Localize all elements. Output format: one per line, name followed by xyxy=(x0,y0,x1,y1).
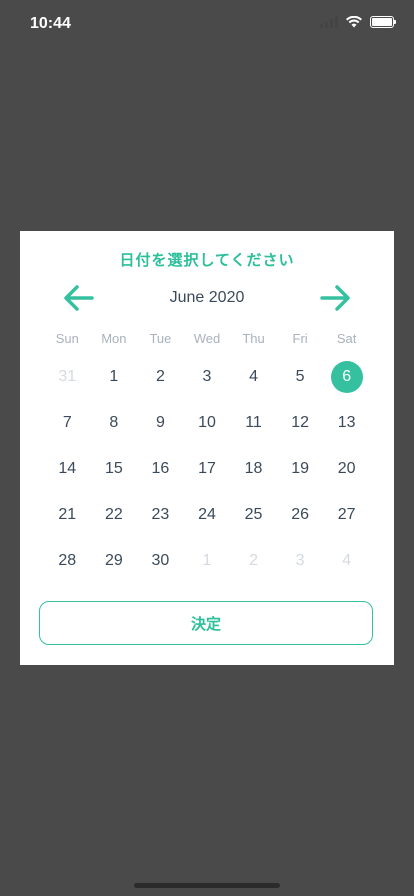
calendar-day[interactable]: 21 xyxy=(44,492,91,538)
calendar-day[interactable]: 2 xyxy=(137,354,184,400)
status-icons xyxy=(320,16,396,28)
calendar-day-label: 17 xyxy=(198,460,216,477)
calendar-day[interactable]: 7 xyxy=(44,400,91,446)
calendar-day[interactable]: 11 xyxy=(230,400,277,446)
calendar-day[interactable]: 4 xyxy=(230,354,277,400)
calendar-day-label: 1 xyxy=(109,368,119,385)
calendar-day-selected[interactable]: 6 xyxy=(323,354,370,400)
calendar-day-label: 8 xyxy=(109,414,119,431)
calendar-day-label: 1 xyxy=(202,552,212,569)
calendar-day-label: 12 xyxy=(291,414,309,431)
calendar-day[interactable]: 16 xyxy=(137,446,184,492)
calendar-day-label: 27 xyxy=(337,506,356,523)
calendar-day[interactable]: 29 xyxy=(91,538,138,584)
calendar-day[interactable]: 31 xyxy=(44,354,91,400)
calendar-day-label: 16 xyxy=(151,460,170,477)
calendar-day-label: 6 xyxy=(330,361,363,393)
calendar-day-label: 10 xyxy=(198,414,216,431)
calendar-day-label: 25 xyxy=(244,506,263,523)
calendar-day[interactable]: 1 xyxy=(184,538,231,584)
calendar-day-label: 4 xyxy=(342,552,352,569)
calendar-day[interactable]: 8 xyxy=(91,400,138,446)
calendar-day-label: 18 xyxy=(244,460,263,477)
calendar-day-label: 14 xyxy=(58,460,77,477)
calendar-day-label: 24 xyxy=(198,506,216,523)
calendar-day[interactable]: 24 xyxy=(184,492,231,538)
weekday-label: Thu xyxy=(242,331,265,346)
calendar-day[interactable]: 3 xyxy=(277,538,324,584)
confirm-button[interactable]: 決定 xyxy=(39,601,373,645)
weekday-label: Tue xyxy=(149,331,172,346)
calendar-day[interactable]: 14 xyxy=(44,446,91,492)
calendar-day[interactable]: 19 xyxy=(277,446,324,492)
calendar-day[interactable]: 10 xyxy=(184,400,231,446)
calendar-day-label: 3 xyxy=(202,368,212,385)
calendar-day-label: 22 xyxy=(104,506,123,523)
calendar-day-label: 11 xyxy=(245,414,262,431)
calendar-day-label: 2 xyxy=(155,368,165,385)
weekday-label: Sat xyxy=(336,331,357,346)
calendar-grid: 31 1 2 3 4 5 6 7 8 9 10 11 12 13 14 15 16 17 18 19 20 21 22 23 2… xyxy=(44,354,370,584)
calendar-day-label: 20 xyxy=(337,460,356,477)
battery-icon xyxy=(370,16,396,28)
calendar-day-label: 30 xyxy=(151,552,170,569)
calendar-day[interactable]: 27 xyxy=(323,492,370,538)
weekday-label: Fri xyxy=(292,331,308,346)
status-bar: 10:44 xyxy=(0,0,414,48)
calendar-day[interactable]: 12 xyxy=(277,400,324,446)
signal-icon xyxy=(320,16,338,28)
weekday-label: Mon xyxy=(101,331,127,346)
calendar-day-label: 21 xyxy=(58,506,77,523)
calendar-day-label: 19 xyxy=(291,460,309,477)
calendar-day[interactable]: 9 xyxy=(137,400,184,446)
calendar-day-label: 23 xyxy=(151,506,170,523)
calendar-day[interactable]: 15 xyxy=(91,446,138,492)
calendar-day-label: 28 xyxy=(58,552,77,569)
calendar-day[interactable]: 20 xyxy=(323,446,370,492)
calendar-day-label: 4 xyxy=(249,368,258,385)
weekday-header: Sun Mon Tue Wed Thu Fri Sat xyxy=(44,331,370,346)
calendar-day[interactable]: 3 xyxy=(184,354,231,400)
calendar-day[interactable]: 30 xyxy=(137,538,184,584)
calendar-day[interactable]: 13 xyxy=(323,400,370,446)
calendar-day[interactable]: 4 xyxy=(323,538,370,584)
calendar-day-label: 5 xyxy=(295,368,305,385)
calendar-day-label: 31 xyxy=(58,368,77,385)
calendar-day-label: 3 xyxy=(295,552,305,569)
calendar-day[interactable]: 5 xyxy=(277,354,324,400)
status-time: 10:44 xyxy=(30,15,71,32)
calendar-day-label: 9 xyxy=(155,414,165,431)
calendar-day[interactable]: 28 xyxy=(44,538,91,584)
calendar-day-label: 7 xyxy=(62,414,72,431)
wifi-icon xyxy=(346,16,362,28)
dialog-title: 日付を選択してください xyxy=(119,252,295,269)
calendar-day[interactable]: 26 xyxy=(277,492,324,538)
weekday-label: Wed xyxy=(193,331,221,346)
calendar-day[interactable]: 18 xyxy=(230,446,277,492)
calendar-day[interactable]: 2 xyxy=(230,538,277,584)
calendar-day[interactable]: 23 xyxy=(137,492,184,538)
calendar-day[interactable]: 17 xyxy=(184,446,231,492)
date-picker-dialog: 日付を選択してください June 2020 Sun Mon Tue Wed Th… xyxy=(20,231,394,665)
arrow-right-icon[interactable] xyxy=(320,283,352,313)
calendar-day-label: 15 xyxy=(104,460,123,477)
calendar-day-label: 29 xyxy=(104,552,123,569)
home-indicator xyxy=(134,883,280,888)
calendar-day-label: 13 xyxy=(337,414,356,431)
weekday-label: Sun xyxy=(55,331,79,346)
calendar-day[interactable]: 25 xyxy=(230,492,277,538)
calendar-day-label: 26 xyxy=(291,506,309,523)
calendar-day[interactable]: 22 xyxy=(91,492,138,538)
calendar-day[interactable]: 1 xyxy=(91,354,138,400)
calendar-day-label: 2 xyxy=(249,552,258,569)
